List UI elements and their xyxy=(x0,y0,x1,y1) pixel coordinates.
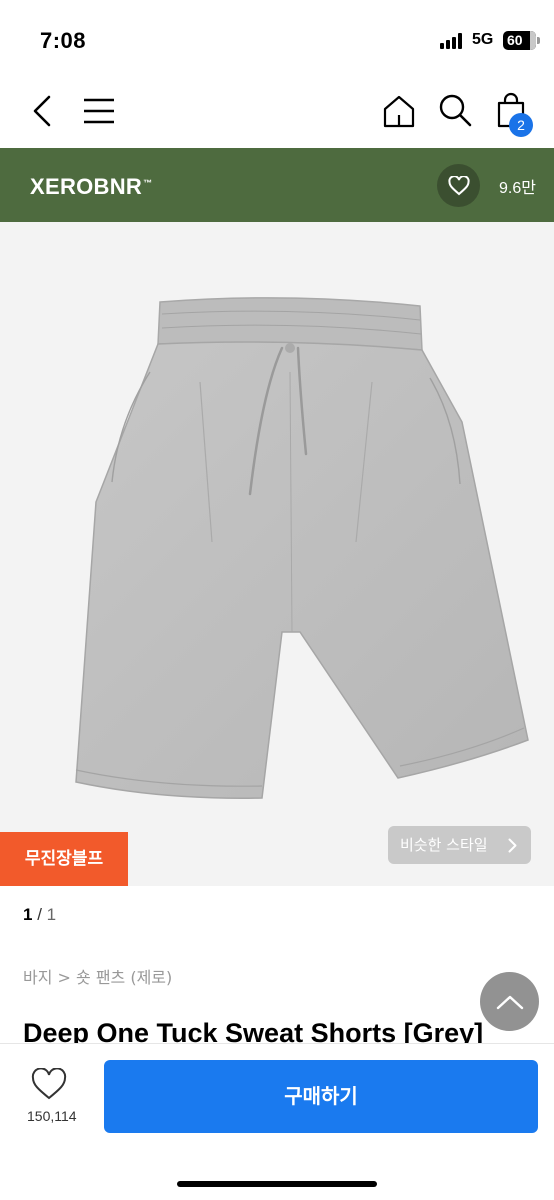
home-indicator xyxy=(177,1181,377,1187)
pager-separator: / xyxy=(32,905,47,924)
cellular-signal-icon xyxy=(440,33,466,49)
home-icon[interactable] xyxy=(383,94,415,128)
cart-count-badge: 2 xyxy=(509,113,533,137)
menu-icon[interactable] xyxy=(83,97,115,125)
similar-style-button[interactable]: 비슷한 스타일 xyxy=(388,826,531,864)
breadcrumb[interactable]: 바지 > 숏 팬츠 (제로) xyxy=(23,964,172,988)
grey-sweat-shorts-image xyxy=(75,297,529,799)
product-like-count: 150,114 xyxy=(27,1108,77,1124)
scroll-to-top-button[interactable] xyxy=(480,972,539,1031)
heart-icon xyxy=(447,175,470,195)
image-pager: 1 / 1 xyxy=(23,905,56,925)
network-type: 5G xyxy=(472,31,494,48)
back-icon[interactable] xyxy=(30,94,56,128)
brand-like-button[interactable] xyxy=(437,164,480,207)
chevron-up-icon xyxy=(496,995,523,1009)
product-title: Deep One Tuck Sweat Shorts [Grey] xyxy=(23,1018,484,1043)
status-bar: 7:08 5G 60 xyxy=(0,0,554,80)
pager-total: 1 xyxy=(46,905,57,924)
free-shipping-badge: 무진장블프 xyxy=(0,832,128,886)
heart-outline-icon xyxy=(31,1067,67,1100)
battery-level: 60 xyxy=(507,32,523,48)
buy-button[interactable]: 구매하기 xyxy=(104,1060,538,1133)
similar-style-label: 비슷한 스타일 xyxy=(400,836,488,854)
battery-cap xyxy=(537,37,540,44)
product-like-button[interactable] xyxy=(31,1067,67,1105)
battery-icon: 60 xyxy=(503,31,536,50)
brand-like-count: 9.6만 xyxy=(499,180,536,197)
product-image[interactable] xyxy=(0,222,554,886)
top-nav-bar xyxy=(0,80,554,148)
brand-trademark: ™ xyxy=(143,177,153,188)
status-time: 7:08 xyxy=(40,28,87,53)
brand-name-text: XEROBNR xyxy=(30,174,143,199)
chevron-right-icon xyxy=(508,838,517,853)
search-icon[interactable] xyxy=(438,93,472,127)
brand-name[interactable]: XEROBNR™ xyxy=(30,174,152,200)
